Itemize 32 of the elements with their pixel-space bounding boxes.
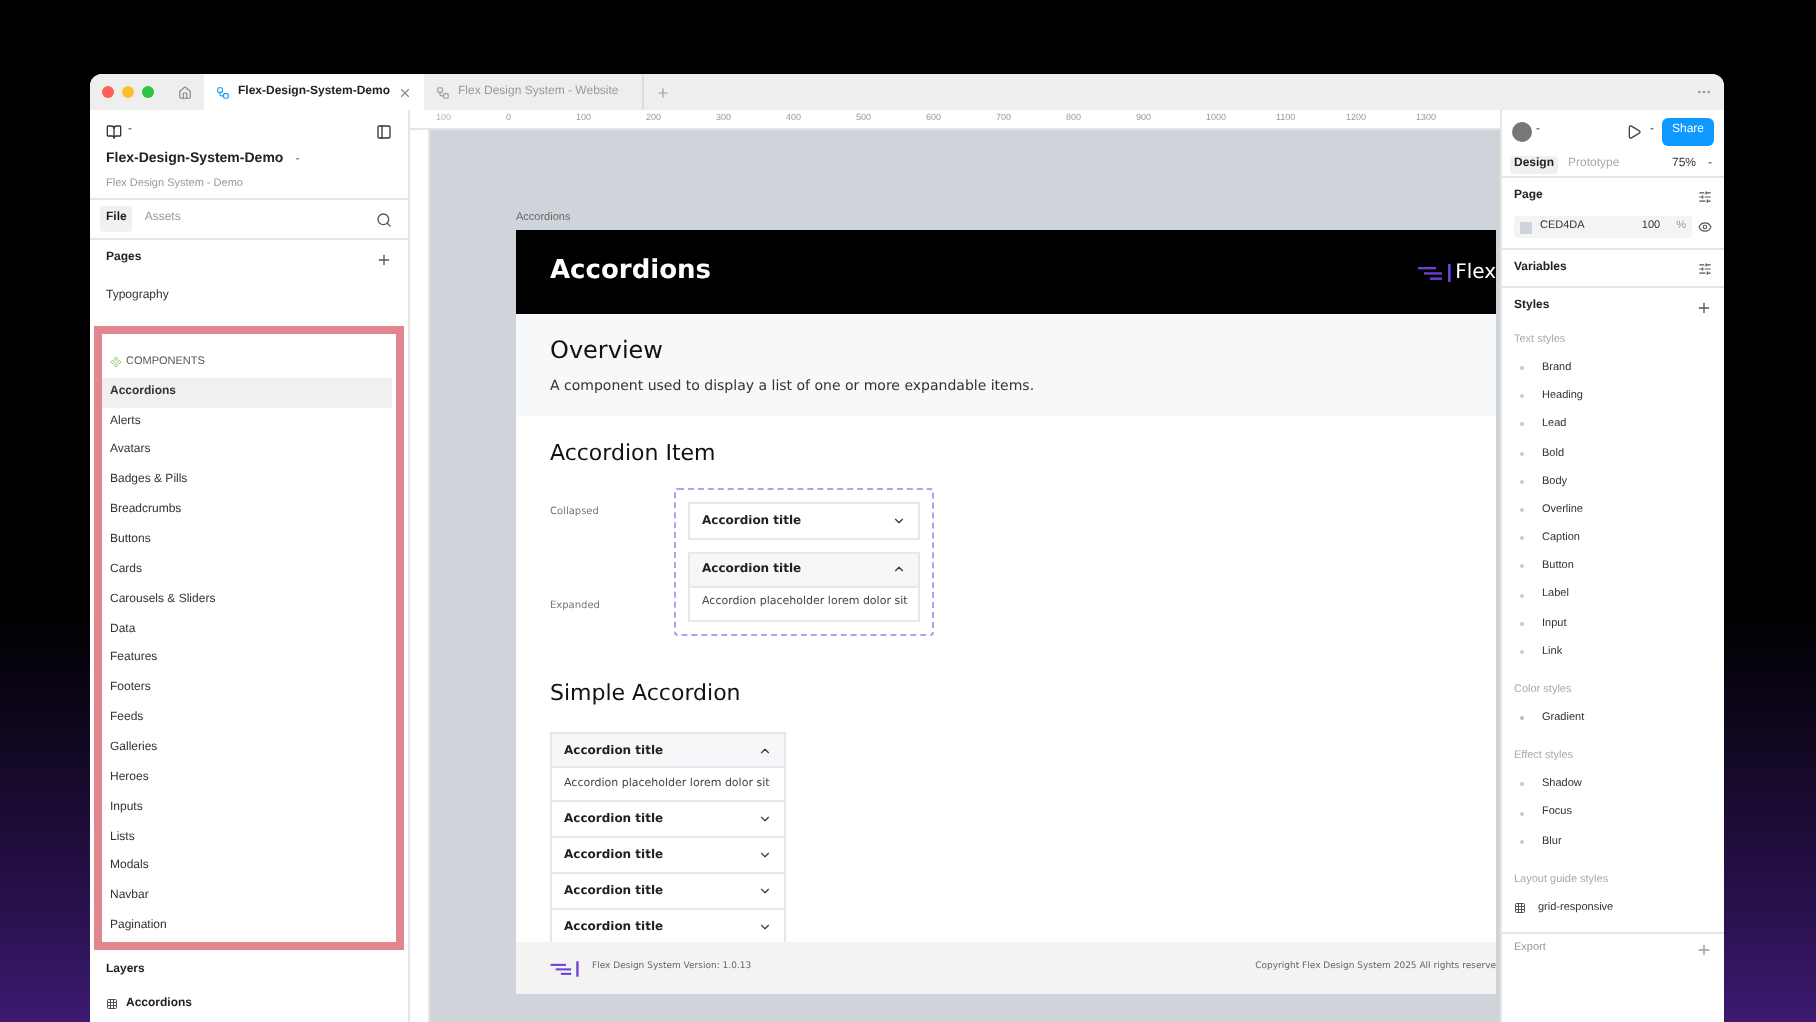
search-icon[interactable] [376,211,392,227]
logo-icon [1417,261,1454,283]
add-style-icon[interactable] [1696,299,1712,315]
visibility-icon[interactable] [1698,220,1712,234]
section-title: Overview [550,334,665,368]
panel-toggle-icon[interactable] [376,123,392,139]
page-settings-icon[interactable] [1698,190,1712,204]
chevron-up-icon [758,743,772,757]
home-icon[interactable] [178,85,192,99]
chevron-down-icon [758,920,772,934]
logo-text: Flex [1455,259,1496,287]
file-icon [216,85,230,99]
chevron-up-icon [892,562,906,576]
chevron-down-icon [758,884,772,898]
section-title: Accordion Item [550,438,718,470]
grid-icon [1514,901,1526,914]
file-icon [436,85,450,99]
logo-icon [550,959,582,977]
close-icon[interactable] [398,85,412,99]
avatar[interactable] [1512,121,1532,141]
chevron-down-icon [758,848,772,862]
header-title: Accordions [550,254,712,291]
chevron-down-icon [892,513,906,527]
close-window-icon[interactable] [102,86,114,98]
chevron-down-icon [758,812,772,826]
frame-icon [106,998,118,1010]
add-page-icon[interactable] [376,251,392,267]
component-icon [110,355,122,368]
section-title: Simple Accordion [550,677,743,709]
add-export-icon[interactable] [1696,941,1712,957]
variables-icon[interactable] [1698,261,1712,275]
present-icon[interactable] [1625,123,1642,139]
